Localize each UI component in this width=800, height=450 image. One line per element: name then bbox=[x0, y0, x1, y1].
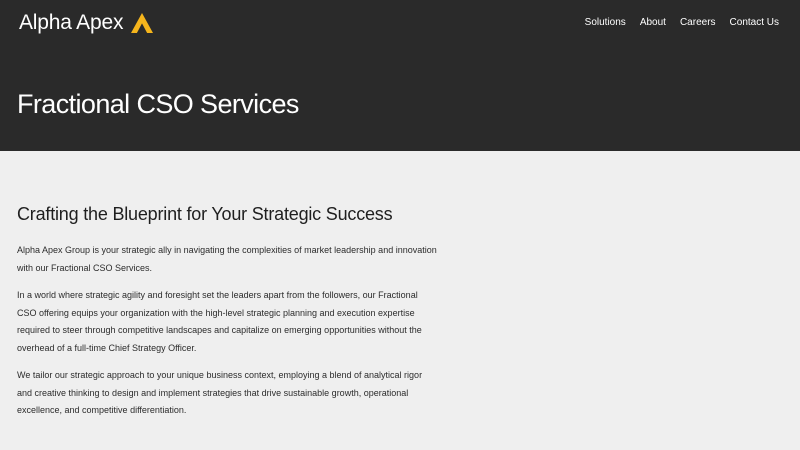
main-content: Crafting the Blueprint for Your Strategi… bbox=[17, 202, 437, 430]
intro-paragraph: Alpha Apex Group is your strategic ally … bbox=[17, 245, 437, 273]
section-heading: Crafting the Blueprint for Your Strategi… bbox=[17, 204, 393, 224]
main-nav: Solutions About Careers Contact Us bbox=[585, 16, 779, 30]
page-title: Fractional CSO Services bbox=[17, 89, 299, 119]
nav-careers-link[interactable]: Careers bbox=[680, 16, 716, 30]
nav-solutions-link[interactable]: Solutions bbox=[585, 16, 626, 30]
offering-paragraph: In a world where strategic agility and f… bbox=[17, 290, 422, 353]
triangle-a-logo-icon bbox=[130, 12, 154, 34]
approach-paragraph: We tailor our strategic approach to your… bbox=[17, 370, 423, 415]
nav-contact-us-link[interactable]: Contact Us bbox=[730, 16, 779, 30]
brand-logo-link[interactable]: Alpha Apex bbox=[19, 9, 154, 37]
nav-about-link[interactable]: About bbox=[640, 16, 666, 30]
brand-name: Alpha Apex bbox=[19, 11, 124, 34]
hero-header: Alpha Apex Solutions About Careers Conta… bbox=[0, 0, 800, 151]
